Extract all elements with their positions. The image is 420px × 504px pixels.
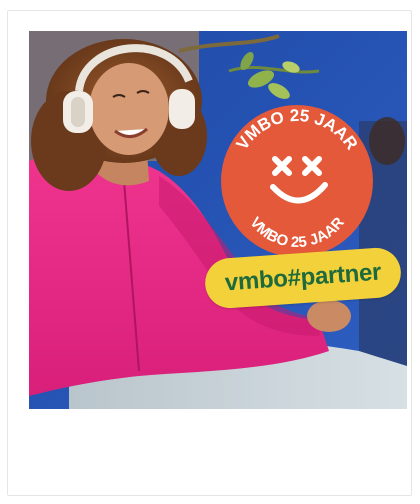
promo-image[interactable]: VMBO 25 JAAR VMBO 25 JAAR vmbo#partner (29, 31, 407, 409)
promo-illustration: VMBO 25 JAAR VMBO 25 JAAR (29, 31, 407, 409)
vmbo-25-jaar-badge: VMBO 25 JAAR VMBO 25 JAAR (221, 105, 373, 257)
hashtag-text: vmbo#partner (223, 258, 382, 297)
